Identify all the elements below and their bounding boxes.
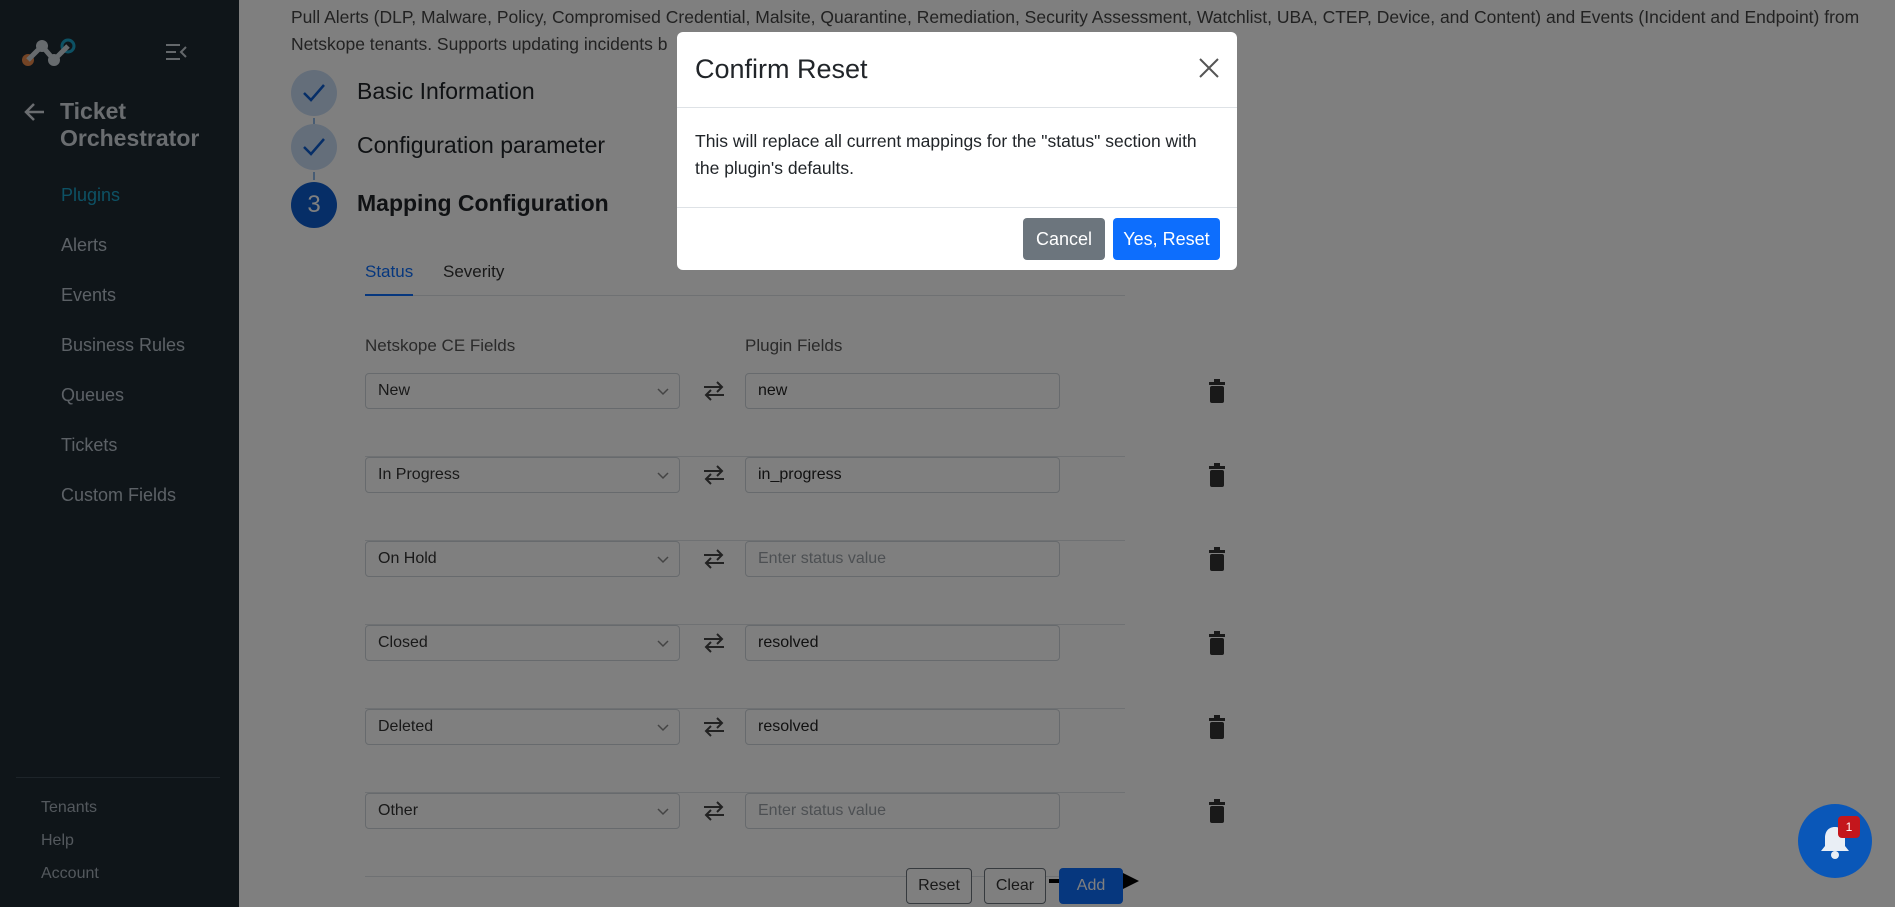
modal-body: This will replace all current mappings f… (677, 108, 1237, 208)
confirm-reset-dialog: Confirm Reset This will replace all curr… (677, 32, 1237, 270)
notifications-button[interactable] (1798, 804, 1872, 878)
confirm-reset-button[interactable]: Yes, Reset (1113, 218, 1220, 260)
modal-header: Confirm Reset (677, 32, 1237, 108)
notification-count-badge: 1 (1838, 816, 1860, 838)
close-icon[interactable] (1197, 56, 1221, 80)
cancel-button[interactable]: Cancel (1023, 218, 1105, 260)
modal-title: Confirm Reset (695, 54, 868, 84)
